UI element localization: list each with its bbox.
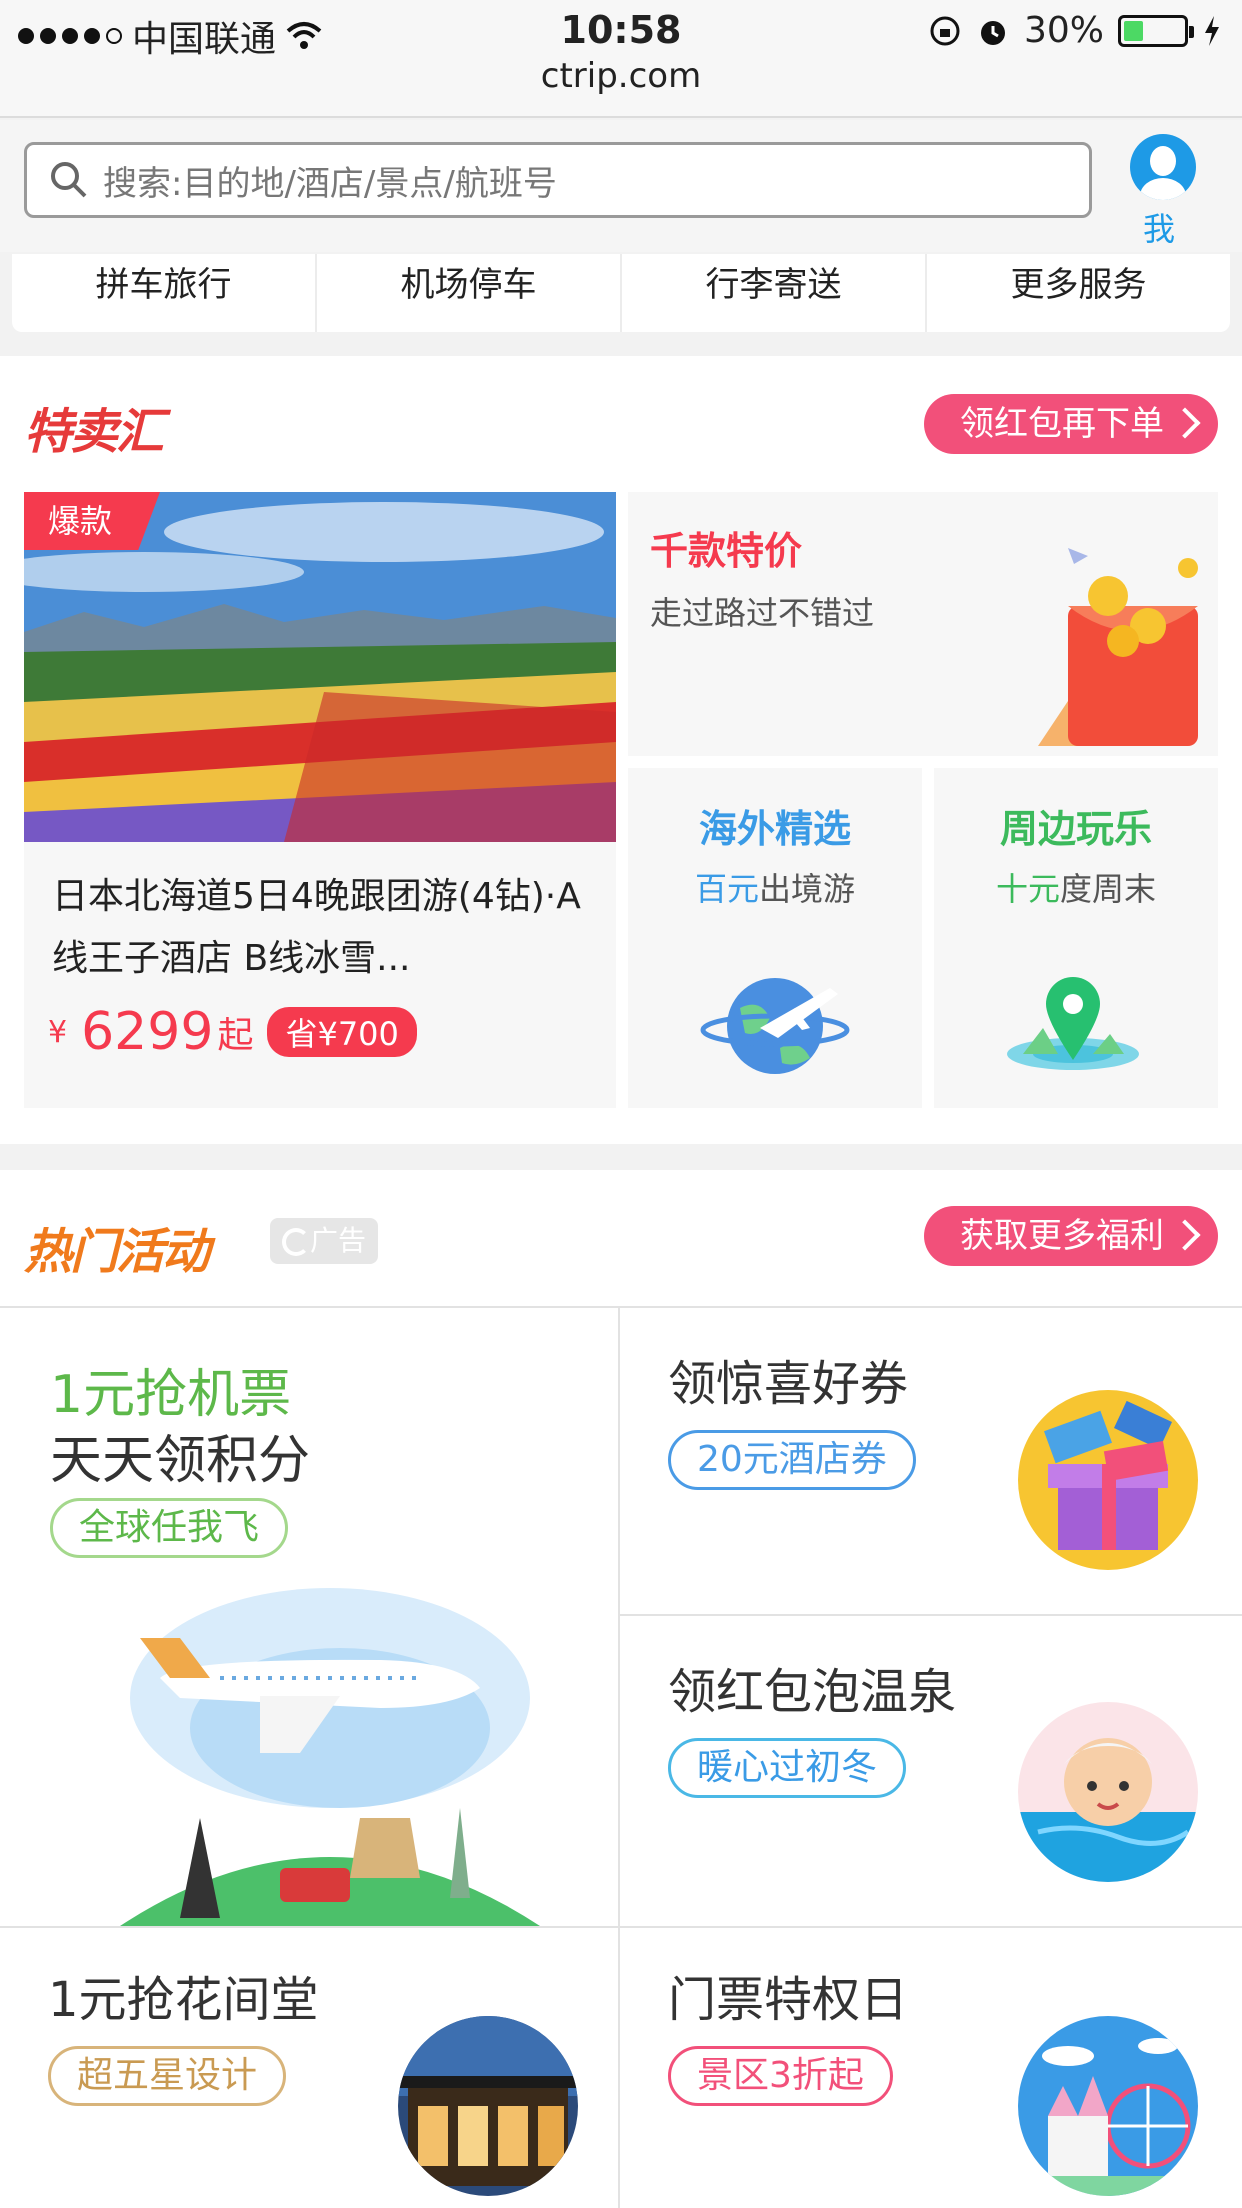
red-envelope-icon	[1038, 548, 1198, 746]
hotel-coupon-title: 领惊喜好券	[668, 1356, 909, 1412]
deals-logo: 特卖汇	[24, 404, 164, 460]
featured-deal-card[interactable]: 爆款 日本北海道5日4晚跟团游(4钻)·A线王子酒店 B线冰雪... ¥ 629…	[24, 492, 616, 1108]
promo3-subtitle: 度周末	[1060, 870, 1157, 908]
ticket-privilege-card[interactable]: 门票特权日 景区3折起	[620, 1928, 1242, 2208]
hot-spring-title: 领红包泡温泉	[668, 1664, 957, 1720]
deals-section: 特卖汇 领红包再下单 爆款 日本北海道5日4晚跟团游(4钻)·A线王子酒店 B线…	[0, 356, 1242, 1144]
hotel-coupon-card[interactable]: 领惊喜好券 20元酒店券	[620, 1308, 1242, 1614]
hotel-building-icon	[398, 2016, 578, 2196]
activities-logo: 热门活动	[24, 1224, 210, 1280]
promo3-subline: 十元度周末	[934, 864, 1218, 910]
globe-plane-icon	[700, 978, 850, 1074]
location-pin-icon	[1007, 977, 1139, 1070]
service-shortcuts: 拼车旅行 机场停车 行李寄送 更多服务	[12, 254, 1230, 332]
save-badge: 省¥700	[267, 1007, 417, 1057]
activities-section: 热门活动 广告 获取更多福利 1元抢机票 天天领积分 全球任我飞 领惊喜好券 2…	[0, 1170, 1242, 2208]
cheap-flight-line2: 天天领积分	[50, 1431, 311, 1491]
hot-badge: 爆款	[24, 492, 160, 550]
user-avatar-icon	[1130, 134, 1196, 200]
hotel-coupon-tag: 20元酒店券	[668, 1430, 916, 1490]
service-luggage-delivery[interactable]: 行李寄送	[622, 254, 927, 332]
featured-deal-title: 日本北海道5日4晚跟团游(4钻)·A线王子酒店 B线冰雪...	[52, 876, 581, 979]
price-value: 6299	[81, 1002, 214, 1062]
promo1-title: 千款特价	[650, 529, 803, 573]
search-input[interactable]: 搜索:目的地/酒店/景点/航班号	[24, 142, 1092, 218]
airplane-world-landmarks-icon	[120, 1588, 540, 1926]
battery-percent: 30%	[1023, 10, 1104, 51]
status-bar: 中国联通 10:58 30%	[0, 0, 1242, 62]
amusement-park-icon	[1018, 2016, 1198, 2196]
promo-overseas[interactable]: 海外精选 百元出境游	[628, 768, 922, 1108]
boutique-hotel-card[interactable]: 1元抢花间堂 超五星设计	[0, 1928, 618, 2208]
promo3-highlight: 十元	[995, 870, 1060, 908]
hot-spring-tag: 暖心过初冬	[668, 1738, 907, 1798]
gift-box-icon	[1018, 1390, 1198, 1570]
service-carpool[interactable]: 拼车旅行	[12, 254, 317, 332]
boutique-hotel-title: 1元抢花间堂	[48, 1972, 319, 2028]
url-bar[interactable]: ctrip.com	[0, 56, 1242, 118]
price-currency: ¥	[48, 1014, 68, 1050]
promo2-title: 海外精选	[698, 807, 851, 851]
charging-icon	[1205, 15, 1219, 46]
promo1-subtitle: 走过路过不错过	[650, 594, 875, 632]
cheap-flight-line1: 1元抢机票	[50, 1365, 292, 1425]
service-airport-parking[interactable]: 机场停车	[317, 254, 622, 332]
get-red-packet-button[interactable]: 领红包再下单	[924, 394, 1218, 454]
promo3-title: 周边玩乐	[999, 807, 1152, 851]
cheap-flight-tag: 全球任我飞	[50, 1498, 289, 1558]
price-suffix: 起	[217, 1015, 254, 1056]
ad-label: 广告	[270, 1218, 378, 1264]
promo2-highlight: 百元	[694, 870, 759, 908]
hot-spring-card[interactable]: 领红包泡温泉 暖心过初冬	[620, 1616, 1242, 1926]
battery-icon	[1118, 14, 1194, 47]
url-text: ctrip.com	[540, 56, 702, 96]
featured-price: ¥ 6299 起 省¥700	[48, 1002, 417, 1062]
search-placeholder: 搜索:目的地/酒店/景点/航班号	[103, 163, 557, 204]
status-right: 30%	[928, 10, 1222, 51]
boutique-hotel-tag: 超五星设计	[48, 2046, 287, 2106]
rotation-lock-icon	[930, 16, 960, 45]
search-icon	[51, 162, 87, 198]
search-row: 搜索:目的地/酒店/景点/航班号 我 的	[0, 120, 1242, 294]
promo-thousand-deals[interactable]: 千款特价 走过路过不错过	[628, 492, 1218, 756]
service-more[interactable]: 更多服务	[927, 254, 1230, 332]
promo-nearby[interactable]: 周边玩乐 十元度周末	[934, 768, 1218, 1108]
promo2-subtitle: 出境游	[759, 870, 856, 908]
ticket-privilege-tag: 景区3折起	[668, 2046, 893, 2106]
promo2-subline: 百元出境游	[628, 864, 922, 910]
hot-spring-girl-icon	[1018, 1702, 1198, 1882]
alarm-icon	[980, 20, 1005, 45]
ticket-privilege-title: 门票特权日	[668, 1972, 909, 2028]
hokkaido-flower-field-image: 爆款	[24, 492, 616, 842]
more-benefits-button[interactable]: 获取更多福利	[924, 1206, 1218, 1266]
cheap-flight-card[interactable]: 1元抢机票 天天领积分 全球任我飞	[0, 1308, 618, 1926]
